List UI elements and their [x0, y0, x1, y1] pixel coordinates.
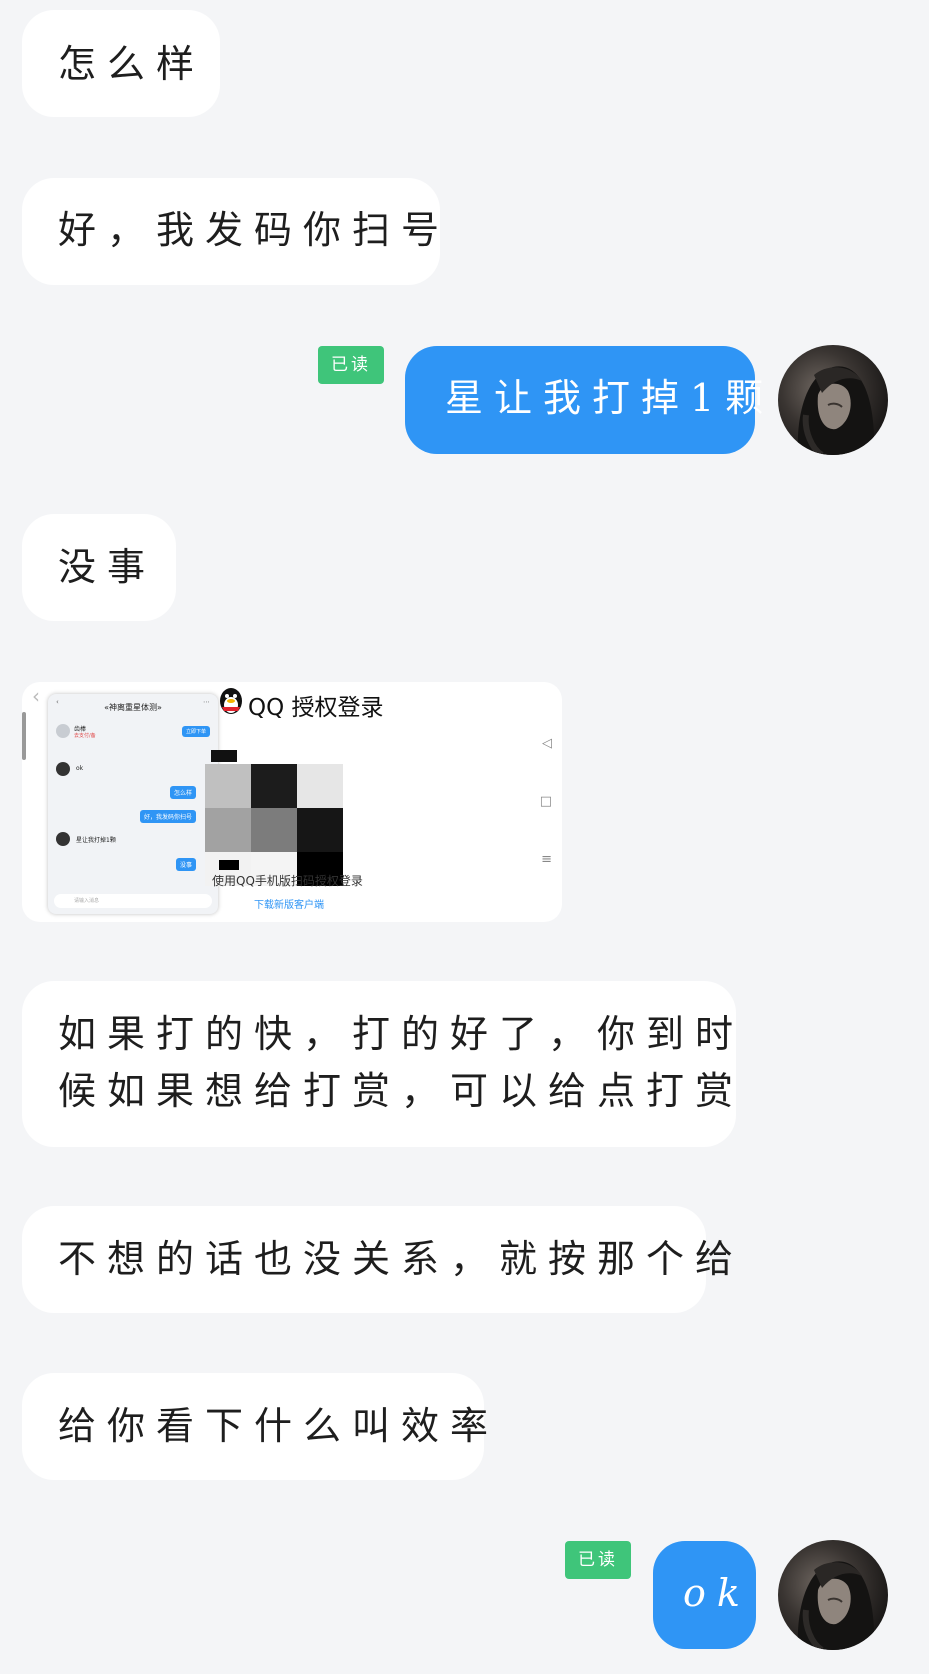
screenshot-image-message[interactable]: ‹ «神离重星体测» ‹ ⋯ 齿棒 去支付/备 立即下单 ok 怎么样 好，我发… [22, 682, 562, 922]
nav-menu-icon: ≡ [541, 852, 552, 867]
mini-back-icon: ‹ [56, 698, 59, 706]
mini-pinned-button: 立即下单 [181, 726, 210, 737]
read-badge-label: 已读 [331, 355, 371, 375]
mini-avatar-icon [56, 832, 70, 846]
message-text: 星让我打掉1颗 [445, 376, 775, 420]
message-text: 怎么样 [58, 42, 206, 86]
user-avatar[interactable] [778, 1540, 888, 1650]
incoming-message-4[interactable]: 如果打的快，打的好了，你到时 候如果想给打赏，可以给点打赏 [22, 981, 736, 1147]
message-text-line-1: 如果打的快，打的好了，你到时 [58, 1012, 745, 1056]
mini-msg-4: 星让我打掉1颗 [76, 837, 116, 844]
incoming-message-2[interactable]: 好，我发码你扫号 [22, 178, 440, 285]
edge-handle [22, 712, 26, 760]
incoming-message-3[interactable]: 没事 [22, 514, 176, 621]
incoming-message-1[interactable]: 怎么样 [22, 10, 220, 117]
download-client-link: 下载新版客户端 [254, 900, 324, 911]
qr-caption: 使用QQ手机版扫码授权登录 [212, 874, 363, 888]
mini-more-icon: ⋯ [203, 698, 210, 706]
mini-msg-1: ok [76, 765, 84, 772]
read-badge: 已读 [318, 346, 384, 384]
outgoing-message-1[interactable]: 星让我打掉1颗 [405, 346, 763, 454]
avatar-photo-icon [797, 1561, 875, 1650]
nav-back-icon: ◁ [542, 736, 552, 751]
qq-login-header: QQ 授权登录 [218, 688, 384, 722]
read-badge-label: 已读 [578, 1550, 618, 1570]
message-text-line-2: 候如果想给打赏，可以给点打赏 [58, 1069, 745, 1113]
mini-chat-screenshot: «神离重星体测» ‹ ⋯ 齿棒 去支付/备 立即下单 ok 怎么样 好，我发码你… [48, 694, 218, 914]
outgoing-message-2[interactable]: ok [653, 1541, 756, 1649]
mini-avatar-icon [56, 762, 70, 776]
qq-penguin-icon [218, 687, 244, 723]
user-avatar[interactable] [778, 345, 888, 455]
mini-pinned-sub: 去支付/备 [74, 733, 96, 739]
message-text: 好，我发码你扫号 [58, 208, 451, 252]
mini-pinned-icon [56, 724, 70, 738]
message-text: 给你看下什么叫效率 [58, 1404, 500, 1448]
mini-msg-2: 怎么样 [169, 786, 196, 799]
incoming-message-6[interactable]: 给你看下什么叫效率 [22, 1373, 488, 1480]
message-text: ok [683, 1571, 751, 1615]
mini-chat-title: «神离重星体测» [104, 703, 162, 712]
mini-msg-5: 没事 [175, 858, 196, 871]
read-badge: 已读 [565, 1541, 631, 1579]
nav-home-icon: □ [539, 794, 552, 809]
avatar-photo-icon [797, 366, 875, 455]
message-text: 没事 [58, 545, 157, 589]
message-text: 不想的话也没关系，就按那个给 [58, 1237, 745, 1281]
incoming-message-5[interactable]: 不想的话也没关系，就按那个给 [22, 1206, 733, 1313]
mini-input-bar: 请输入消息 [54, 894, 212, 908]
mini-input-placeholder: 请输入消息 [74, 898, 100, 904]
obscured-qr-code [205, 750, 355, 888]
back-chevron-icon: ‹ [32, 684, 40, 708]
qq-login-title: QQ 授权登录 [248, 695, 384, 721]
mini-msg-3: 好，我发码你扫号 [139, 810, 196, 823]
